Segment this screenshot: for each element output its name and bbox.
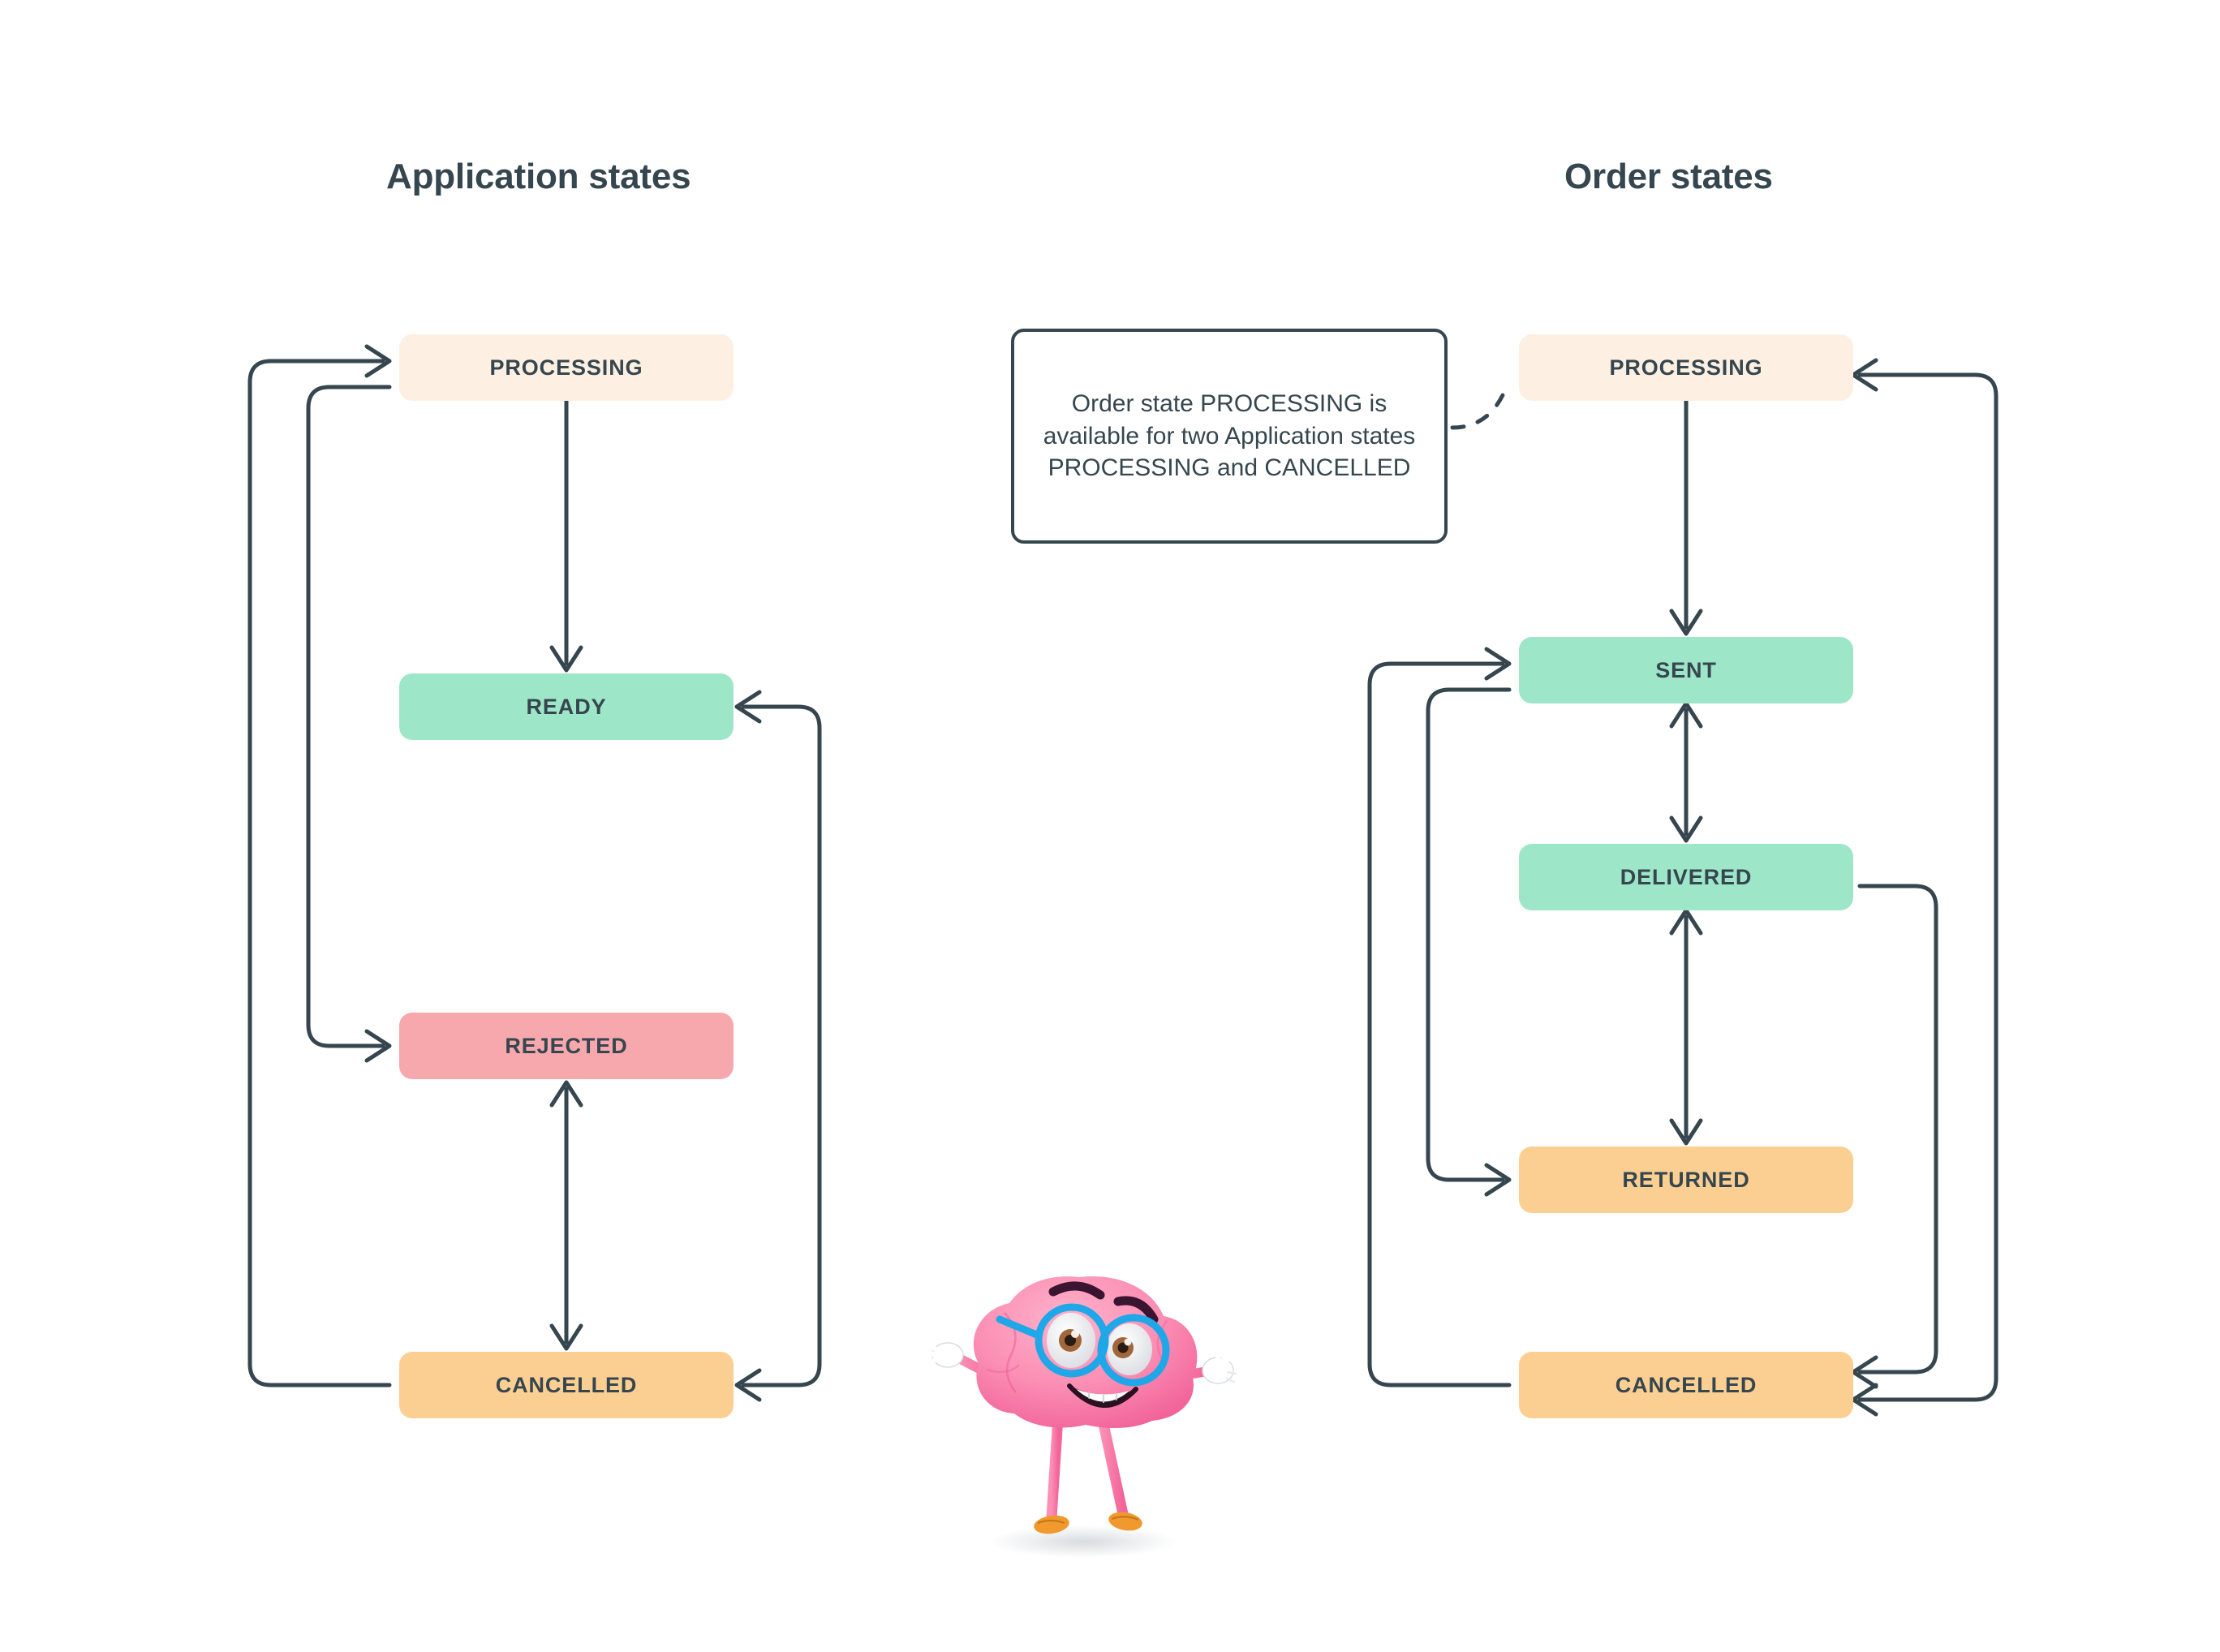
state-node-order-sent[interactable]: SENT bbox=[1519, 637, 1853, 703]
state-label: READY bbox=[526, 694, 607, 719]
edge-ord-cancelled-to-sent bbox=[1367, 647, 1512, 1387]
edge-ord-delivered-returned bbox=[1669, 908, 1703, 1146]
state-node-application-cancelled[interactable]: CANCELLED bbox=[399, 1352, 734, 1418]
state-label: REJECTED bbox=[505, 1033, 628, 1058]
annotation-callout: Order state PROCESSING is available for … bbox=[1011, 329, 1448, 544]
edge-app-cancelled-to-processing bbox=[247, 344, 392, 1387]
edge-ord-sent-delivered bbox=[1669, 701, 1703, 843]
state-node-application-processing[interactable]: PROCESSING bbox=[399, 334, 734, 401]
state-label: DELIVERED bbox=[1620, 864, 1753, 889]
state-label: PROCESSING bbox=[489, 355, 643, 380]
column-title-application-states: Application states bbox=[386, 157, 691, 196]
state-node-order-processing[interactable]: PROCESSING bbox=[1519, 334, 1853, 401]
annotation-text: Order state PROCESSING is available for … bbox=[1043, 389, 1416, 482]
state-label: PROCESSING bbox=[1609, 355, 1763, 380]
edge-app-ready-cancelled bbox=[734, 690, 822, 1402]
state-label: RETURNED bbox=[1622, 1167, 1750, 1192]
state-node-application-rejected[interactable]: REJECTED bbox=[399, 1013, 734, 1079]
edge-ord-sent-to-returned bbox=[1426, 687, 1512, 1197]
edge-app-processing-to-ready bbox=[549, 398, 583, 673]
annotation-connector-dashed bbox=[1450, 393, 1505, 430]
diagram-canvas: Application states Order states PROCESSI… bbox=[0, 0, 2220, 1652]
state-node-order-returned[interactable]: RETURNED bbox=[1519, 1147, 1853, 1213]
connector-layer bbox=[247, 344, 1998, 1417]
state-label: CANCELLED bbox=[495, 1372, 638, 1397]
edge-ord-processing-to-sent bbox=[1669, 398, 1703, 636]
state-node-order-delivered[interactable]: DELIVERED bbox=[1519, 844, 1853, 910]
state-label: CANCELLED bbox=[1615, 1372, 1758, 1397]
state-label: SENT bbox=[1655, 657, 1717, 682]
column-title-order-states: Order states bbox=[1564, 157, 1773, 196]
edge-ord-delivered-to-cancelled bbox=[1851, 884, 1938, 1389]
edge-app-rejected-cancelled bbox=[549, 1080, 583, 1351]
edge-app-processing-to-rejected bbox=[306, 385, 392, 1063]
state-node-order-cancelled[interactable]: CANCELLED bbox=[1519, 1352, 1853, 1418]
state-node-application-ready[interactable]: READY bbox=[399, 673, 734, 740]
